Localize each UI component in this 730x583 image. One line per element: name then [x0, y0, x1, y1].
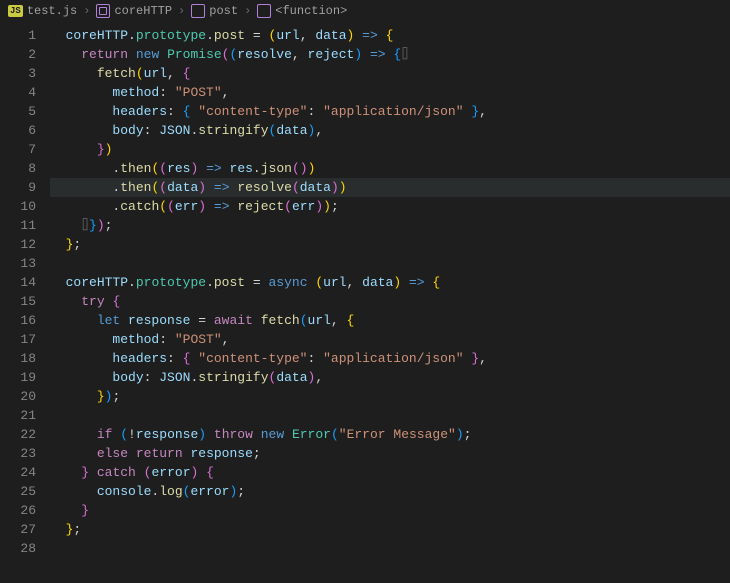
line-number: 15 [0, 292, 36, 311]
code-line[interactable]: }) [50, 140, 730, 159]
line-number: 17 [0, 330, 36, 349]
code-line[interactable]: .catch((err) => reject(err)); [50, 197, 730, 216]
line-number: 2 [0, 45, 36, 64]
code-line[interactable] [50, 254, 730, 273]
line-number: 1 [0, 26, 36, 45]
chevron-right-icon: › [178, 4, 185, 18]
code-line[interactable]: headers: { "content-type": "application/… [50, 349, 730, 368]
line-number: 23 [0, 444, 36, 463]
symbol-class-icon [96, 4, 110, 18]
chevron-right-icon: › [244, 4, 251, 18]
line-number: 13 [0, 254, 36, 273]
chevron-right-icon: › [83, 4, 90, 18]
symbol-method-icon [191, 4, 205, 18]
js-file-icon: JS [8, 5, 23, 17]
line-number: 3 [0, 64, 36, 83]
breadcrumb-method[interactable]: post [191, 4, 238, 18]
line-number: 27 [0, 520, 36, 539]
code-line[interactable]: }; [50, 520, 730, 539]
line-number: 19 [0, 368, 36, 387]
line-number: 8 [0, 159, 36, 178]
line-number: 25 [0, 482, 36, 501]
line-number: 24 [0, 463, 36, 482]
code-line[interactable]: } [50, 501, 730, 520]
code-line[interactable]: let response = await fetch(url, { [50, 311, 730, 330]
code-line[interactable]: fetch(url, { [50, 64, 730, 83]
breadcrumb-file[interactable]: JS test.js [8, 4, 77, 18]
code-line[interactable]: body: JSON.stringify(data), [50, 368, 730, 387]
line-number: 9 [0, 178, 36, 197]
line-number: 5 [0, 102, 36, 121]
line-number: 12 [0, 235, 36, 254]
line-number: 20 [0, 387, 36, 406]
code-line[interactable] [50, 406, 730, 425]
line-number: 7 [0, 140, 36, 159]
code-line[interactable]: headers: { "content-type": "application/… [50, 102, 730, 121]
code-editor[interactable]: 1234567891011121314151617181920212223242… [0, 22, 730, 583]
line-number: 16 [0, 311, 36, 330]
code-line[interactable]: body: JSON.stringify(data), [50, 121, 730, 140]
code-line[interactable]: method: "POST", [50, 330, 730, 349]
symbol-function-icon [257, 4, 271, 18]
line-number: 22 [0, 425, 36, 444]
line-number: 26 [0, 501, 36, 520]
code-line[interactable]: .then((res) => res.json()) [50, 159, 730, 178]
code-line[interactable]: }); [50, 387, 730, 406]
code-line[interactable]: }; [50, 235, 730, 254]
line-number: 11 [0, 216, 36, 235]
line-number: 18 [0, 349, 36, 368]
breadcrumb-class[interactable]: coreHTTP [96, 4, 172, 18]
line-number: 14 [0, 273, 36, 292]
code-line[interactable]: if (!response) throw new Error("Error Me… [50, 425, 730, 444]
code-line[interactable]: console.log(error); [50, 482, 730, 501]
code-area[interactable]: coreHTTP.prototype.post = (url, data) =>… [50, 22, 730, 583]
breadcrumb-function[interactable]: <function> [257, 4, 347, 18]
code-line[interactable]: try { [50, 292, 730, 311]
code-line[interactable]: } catch (error) { [50, 463, 730, 482]
line-number: 4 [0, 83, 36, 102]
code-line[interactable]: method: "POST", [50, 83, 730, 102]
code-line[interactable]: coreHTTP.prototype.post = (url, data) =>… [50, 26, 730, 45]
line-number: 28 [0, 539, 36, 558]
line-number: 10 [0, 197, 36, 216]
code-line[interactable] [50, 539, 730, 558]
code-line[interactable]: coreHTTP.prototype.post = async (url, da… [50, 273, 730, 292]
code-line[interactable]: ⌷}); [50, 216, 730, 235]
code-line[interactable]: .then((data) => resolve(data)) [50, 178, 730, 197]
line-number: 6 [0, 121, 36, 140]
line-number: 21 [0, 406, 36, 425]
code-line[interactable]: return new Promise((resolve, reject) => … [50, 45, 730, 64]
breadcrumb: JS test.js › coreHTTP › post › <function… [0, 0, 730, 22]
line-number-gutter: 1234567891011121314151617181920212223242… [0, 22, 50, 583]
code-line[interactable]: else return response; [50, 444, 730, 463]
